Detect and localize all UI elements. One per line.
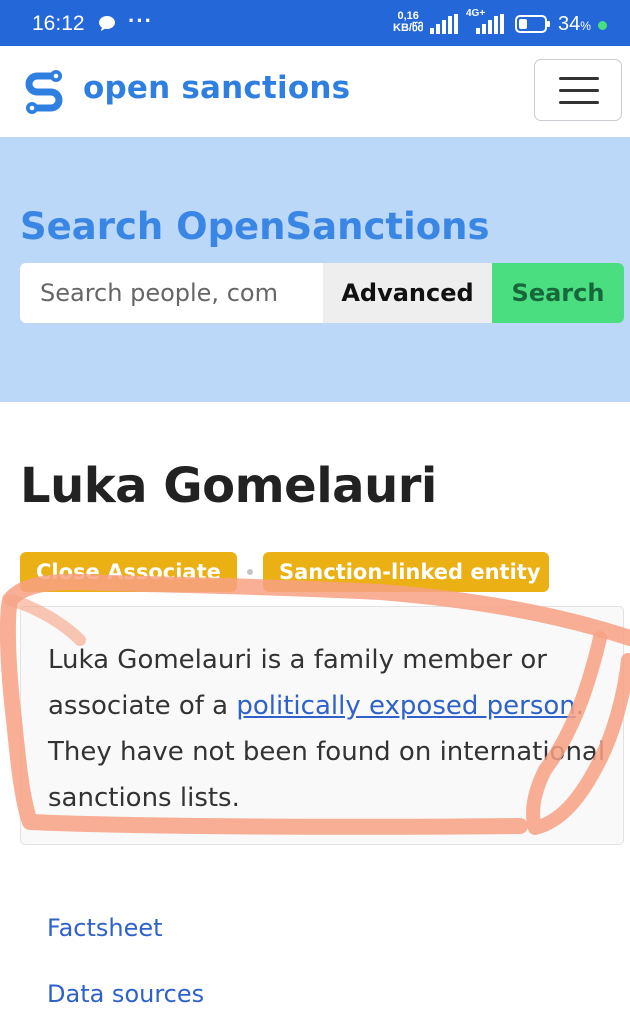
hamburger-menu-icon — [559, 89, 599, 92]
search-hero: Search OpenSanctions Advanced Search — [0, 137, 630, 402]
badge-sanction-linked: Sanction-linked entity — [263, 552, 549, 592]
search-input[interactable] — [20, 263, 323, 323]
entity-description: Luka Gomelauri is a family member or ass… — [48, 645, 606, 813]
advanced-search-button[interactable]: Advanced — [323, 263, 492, 323]
signal-icon — [476, 14, 504, 34]
open-sanctions-logo-icon[interactable] — [20, 67, 68, 115]
entity-name: Luka Gomelauri — [20, 458, 437, 514]
battery-level — [519, 19, 527, 29]
signal-icon — [430, 14, 458, 34]
menu-toggle-button[interactable] — [534, 59, 622, 121]
network-speed-value: 0,16 — [397, 10, 419, 22]
chat-icon — [99, 16, 115, 31]
hamburger-menu-icon — [559, 101, 599, 104]
status-time: 16:12 — [32, 12, 85, 35]
factsheet-link[interactable]: Factsheet — [47, 914, 163, 942]
badge-close-associate: Close Associate — [20, 552, 237, 592]
search-button[interactable]: Search — [492, 263, 624, 323]
more-notifications-icon: ··· — [128, 8, 153, 33]
network-speed-unit: KB/წმ — [393, 22, 424, 34]
brand-name[interactable]: open sanctions — [83, 70, 350, 106]
data-sources-link[interactable]: Data sources — [47, 980, 204, 1008]
privacy-indicator-dot — [598, 21, 607, 30]
network-speed: 0,16 KB/წმ — [393, 10, 423, 34]
battery-percent: 34% — [558, 13, 591, 35]
search-title: Search OpenSanctions — [20, 205, 490, 248]
hamburger-menu-icon — [559, 77, 599, 80]
badge-separator — [247, 569, 253, 575]
navbar: open sanctions — [0, 46, 630, 138]
entity-description-box: Luka Gomelauri is a family member or ass… — [20, 606, 624, 845]
politically-exposed-person-link[interactable]: politically exposed person — [236, 691, 575, 721]
status-bar: 16:12 ··· 0,16 KB/წმ 4G+ 34% — [0, 0, 630, 46]
battery-icon — [515, 15, 550, 33]
